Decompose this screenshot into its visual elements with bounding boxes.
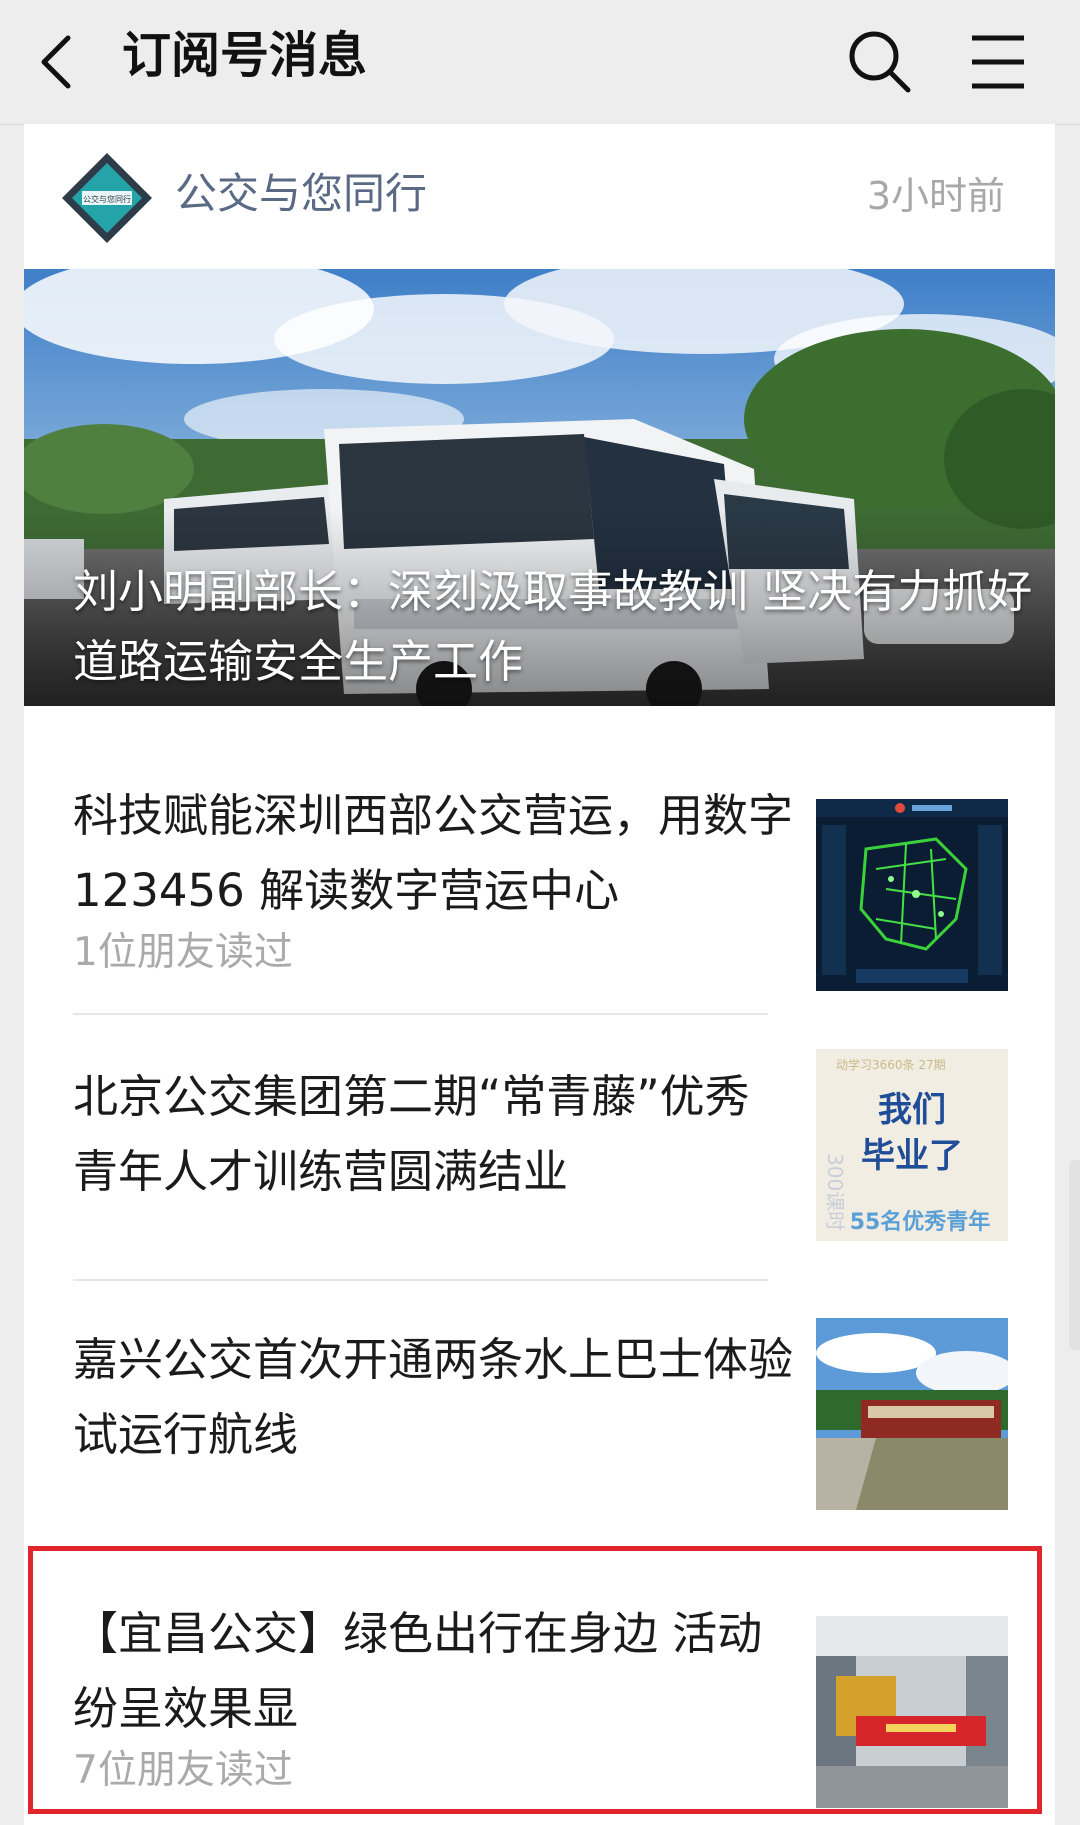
article-title: 科技赋能深圳西部公交营运，用数字 123456 解读数字营运中心 [73,789,794,917]
account-name[interactable]: 公交与您同行 [175,164,427,224]
search-icon [849,31,911,93]
article-thumbnail: 动学习3660条 27期 300课时 我们 毕业了 55名优秀青年 [816,1049,1008,1241]
menu-button[interactable] [960,20,1044,104]
divider [73,1013,768,1015]
menu-icon [972,35,1024,89]
article-thumbnail [816,799,1008,991]
thumb-text: 我们 [878,1090,946,1130]
article-title: 北京公交集团第二期“常青藤”优秀青年人才训练营圆满结业 [73,1070,750,1198]
divider [73,1279,768,1281]
article-thumbnail [816,1318,1008,1510]
message-card: 公交与您同行 公交与您同行 3小时前 刘小明副部长：深刻汲取事故教训 坚决有力抓… [24,124,1055,1825]
scroll-handle[interactable] [1069,1160,1080,1350]
logo-text: 公交与您同行 [83,194,131,204]
article-title: 【宜昌公交】绿色出行在身边 活动纷呈效果显 [73,1607,763,1735]
read-count: 1位朋友读过 [73,930,293,975]
article-item[interactable]: 北京公交集团第二期“常青藤”优秀青年人才训练营圆满结业 动学习3660条 27期… [24,1049,1055,1289]
page-title: 订阅号消息 [122,27,368,84]
svg-text:动学习3660条 27期: 动学习3660条 27期 [836,1057,946,1072]
post-time: 3小时前 [866,174,1005,218]
hero-article[interactable]: 刘小明副部长：深刻汲取事故教训 坚决有力抓好道路运输安全生产工作 [24,269,1055,706]
chevron-left-icon [41,35,71,89]
article-item[interactable]: 科技赋能深圳西部公交营运，用数字 123456 解读数字营运中心 1位朋友读过 [24,766,1055,1096]
thumb-text: 毕业了 [861,1136,963,1176]
article-item[interactable]: 【宜昌公交】绿色出行在身边 活动纷呈效果显 7位朋友读过 [24,1584,1055,1824]
article-title: 嘉兴公交首次开通两条水上巴士体验试运行航线 [73,1333,794,1461]
article-thumbnail [816,1616,1008,1808]
svg-text:300课时: 300课时 [823,1153,847,1231]
read-count: 7位朋友读过 [73,1748,293,1793]
hero-article-title: 刘小明副部长：深刻汲取事故教训 坚决有力抓好道路运输安全生产工作 [73,565,1033,688]
article-item[interactable]: 嘉兴公交首次开通两条水上巴士体验试运行航线 [24,1318,1055,1558]
account-avatar[interactable]: 公交与您同行 [60,151,154,245]
search-button[interactable] [838,20,922,104]
top-bar: 订阅号消息 [0,0,1080,125]
back-button[interactable] [30,22,110,102]
thumb-text: 55名优秀青年 [850,1209,991,1235]
account-row[interactable]: 公交与您同行 公交与您同行 3小时前 [24,124,1055,269]
